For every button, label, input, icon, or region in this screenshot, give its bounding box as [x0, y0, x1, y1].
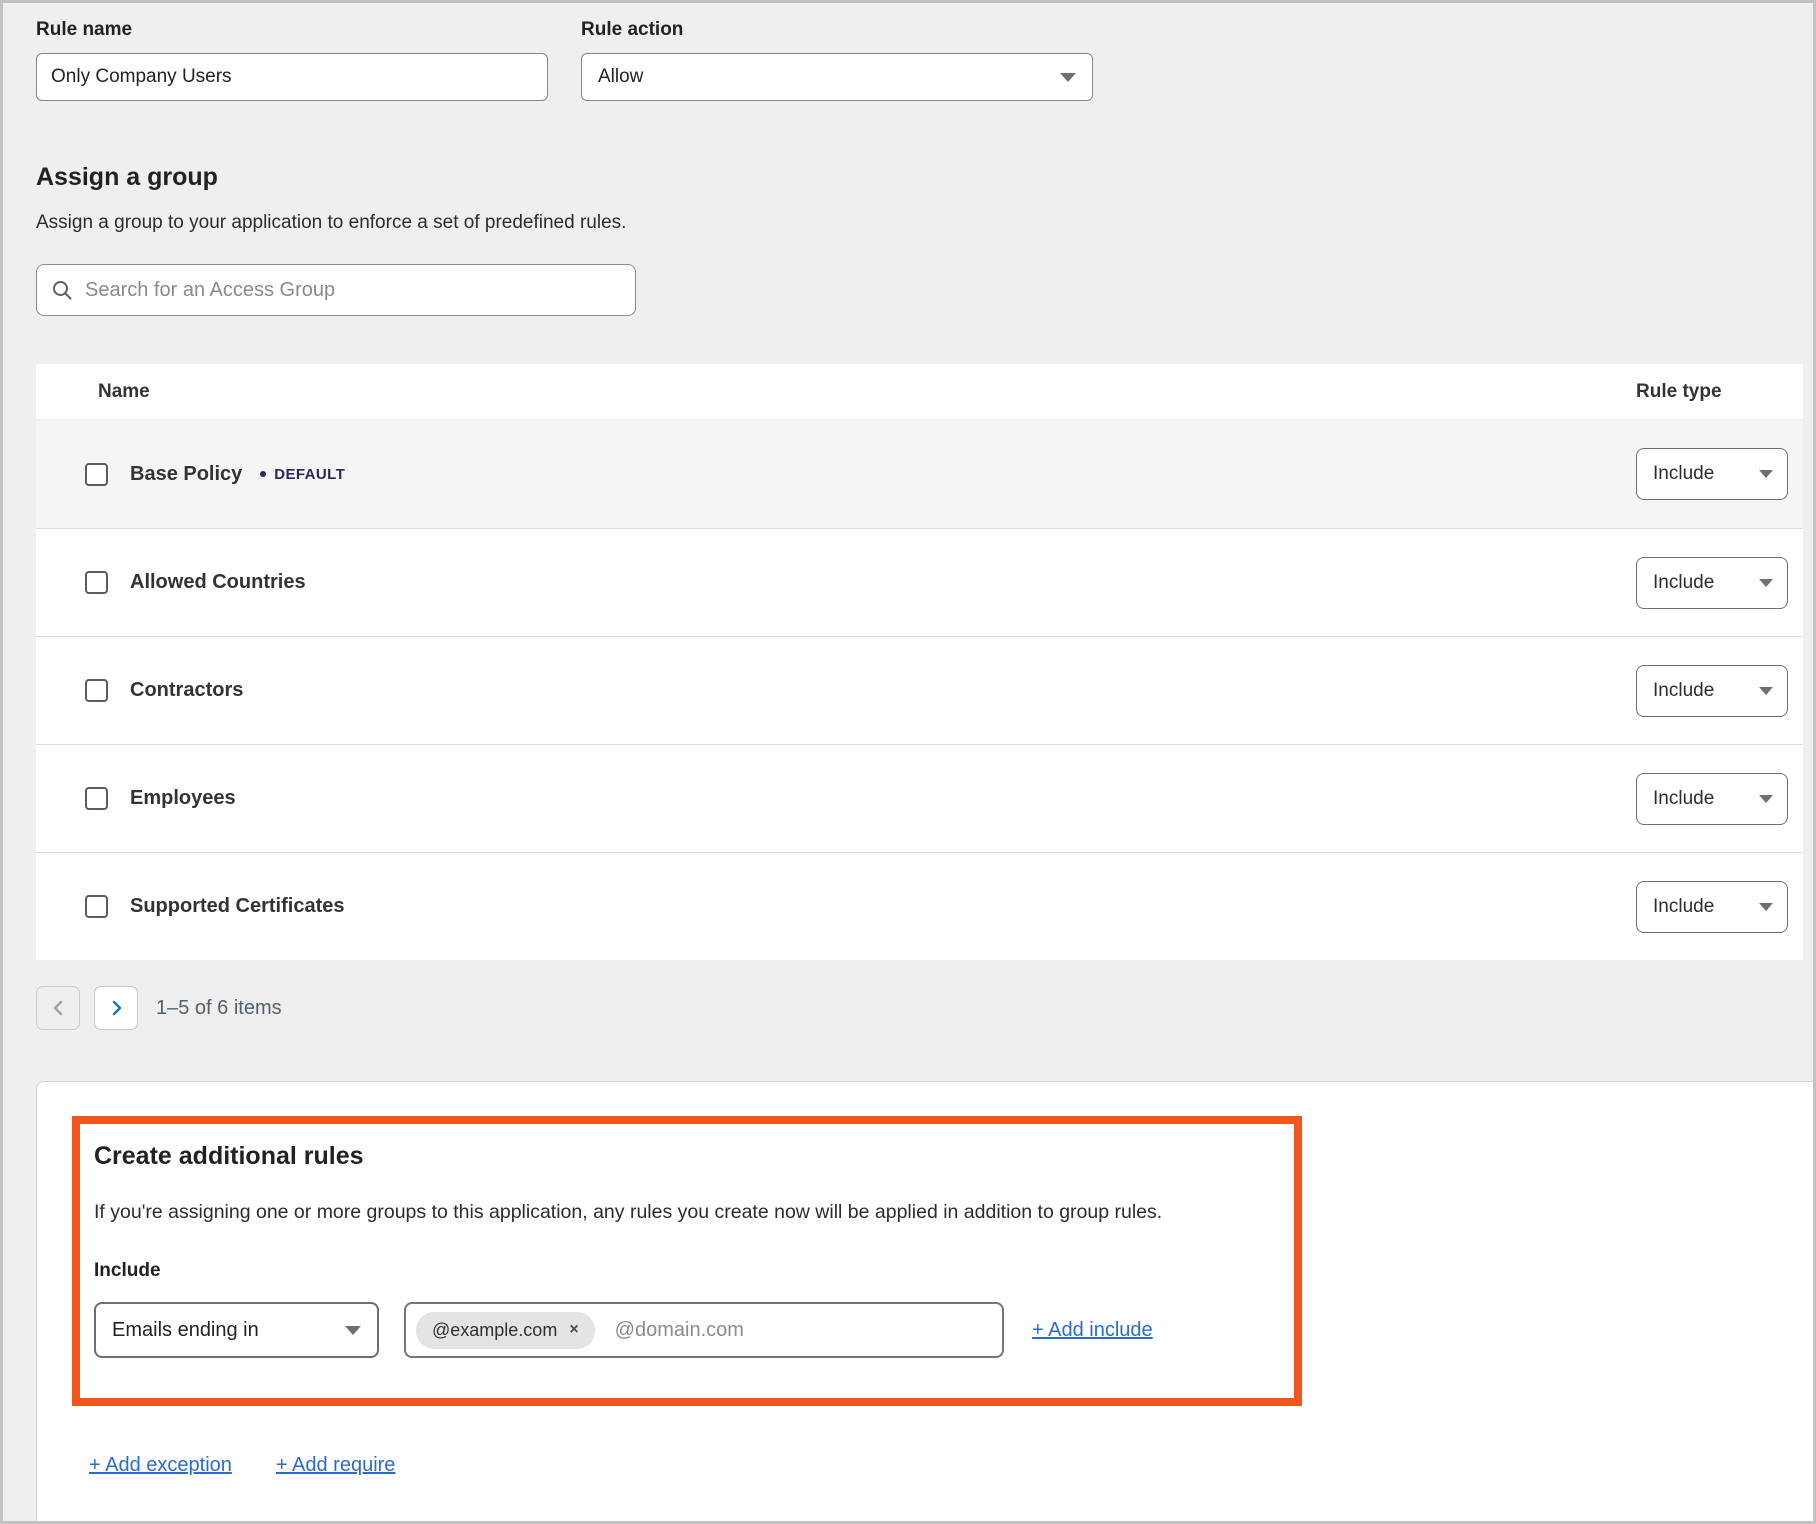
- add-require-link[interactable]: + Add require: [276, 1454, 396, 1477]
- badge-label: DEFAULT: [274, 466, 345, 483]
- rule-type-dropdown[interactable]: Include: [1636, 773, 1788, 825]
- chevron-right-icon: [110, 1000, 123, 1016]
- access-group-table: Name Rule type Base Policy DEFAULT Inclu…: [36, 364, 1803, 960]
- rule-name-label: Rule name: [36, 19, 548, 41]
- default-badge: DEFAULT: [260, 466, 345, 483]
- rule-type-dropdown[interactable]: Include: [1636, 448, 1788, 500]
- row-name: Base Policy: [130, 463, 242, 486]
- create-additional-rules-highlight: Create additional rules If you're assign…: [72, 1116, 1302, 1406]
- assign-group-heading: Assign a group: [36, 163, 1813, 192]
- email-domains-input-box[interactable]: @example.com ×: [404, 1302, 1004, 1358]
- access-group-search[interactable]: [36, 264, 636, 316]
- additional-rules-card: Create additional rules If you're assign…: [36, 1081, 1813, 1521]
- footer-links: + Add exception + Add require: [89, 1454, 1813, 1477]
- assign-group-description: Assign a group to your application to en…: [36, 212, 1813, 234]
- previous-page-button[interactable]: [36, 986, 80, 1030]
- row-checkbox-employees[interactable]: [85, 787, 108, 810]
- condition-select[interactable]: Emails ending in: [94, 1302, 379, 1358]
- chevron-down-icon: [1759, 579, 1773, 587]
- row-name: Contractors: [130, 679, 243, 702]
- email-domain-input[interactable]: [615, 1304, 992, 1356]
- table-row: Supported Certificates Include: [36, 852, 1803, 960]
- additional-rules-heading: Create additional rules: [94, 1142, 1280, 1171]
- search-input[interactable]: [85, 265, 621, 315]
- rule-editor-page: Rule name Rule action Allow Assign a gro…: [0, 0, 1816, 1524]
- row-checkbox-supported-certificates[interactable]: [85, 895, 108, 918]
- rule-type-dropdown[interactable]: Include: [1636, 665, 1788, 717]
- chip-label: @example.com: [432, 1320, 557, 1341]
- row-name: Employees: [130, 787, 236, 810]
- chevron-down-icon: [1759, 470, 1773, 478]
- add-include-link[interactable]: + Add include: [1032, 1319, 1153, 1342]
- next-page-button[interactable]: [94, 986, 138, 1030]
- chevron-down-icon: [345, 1326, 361, 1335]
- chevron-down-icon: [1759, 903, 1773, 911]
- rule-type-value: Include: [1653, 463, 1714, 485]
- rule-action-label: Rule action: [581, 19, 1093, 41]
- badge-dot-icon: [260, 471, 266, 477]
- column-header-name: Name: [98, 381, 150, 403]
- table-row: Base Policy DEFAULT Include: [36, 420, 1803, 528]
- row-checkbox-base-policy[interactable]: [85, 463, 108, 486]
- row-name: Supported Certificates: [130, 895, 344, 918]
- rule-type-dropdown[interactable]: Include: [1636, 881, 1788, 933]
- table-row: Contractors Include: [36, 636, 1803, 744]
- include-label: Include: [94, 1260, 1280, 1282]
- rule-type-value: Include: [1653, 680, 1714, 702]
- search-icon: [51, 279, 73, 301]
- row-name: Allowed Countries: [130, 571, 306, 594]
- rule-form-row: Rule name Rule action Allow: [36, 19, 1813, 101]
- chip-remove-icon[interactable]: ×: [569, 1321, 578, 1339]
- chevron-down-icon: [1759, 687, 1773, 695]
- chevron-down-icon: [1759, 795, 1773, 803]
- table-row: Employees Include: [36, 744, 1803, 852]
- email-domain-chip: @example.com ×: [416, 1312, 595, 1349]
- pagination: 1–5 of 6 items: [36, 986, 1813, 1030]
- row-checkbox-allowed-countries[interactable]: [85, 571, 108, 594]
- rule-type-dropdown[interactable]: Include: [1636, 557, 1788, 609]
- chevron-left-icon: [52, 1000, 65, 1016]
- include-rule-controls: Emails ending in @example.com × + Add in…: [94, 1302, 1280, 1358]
- chevron-down-icon: [1060, 73, 1076, 82]
- pagination-label: 1–5 of 6 items: [156, 997, 282, 1020]
- rule-type-value: Include: [1653, 896, 1714, 918]
- rule-type-value: Include: [1653, 572, 1714, 594]
- condition-value: Emails ending in: [112, 1319, 259, 1342]
- rule-name-field: Rule name: [36, 19, 548, 101]
- rule-action-select[interactable]: Allow: [581, 53, 1093, 101]
- rule-name-input[interactable]: [36, 53, 548, 101]
- table-header: Name Rule type: [36, 364, 1803, 420]
- additional-rules-description: If you're assigning one or more groups t…: [94, 1201, 1280, 1224]
- rule-type-value: Include: [1653, 788, 1714, 810]
- row-checkbox-contractors[interactable]: [85, 679, 108, 702]
- rule-action-value: Allow: [598, 66, 643, 88]
- table-row: Allowed Countries Include: [36, 528, 1803, 636]
- column-header-rule-type: Rule type: [1636, 381, 1722, 403]
- add-exception-link[interactable]: + Add exception: [89, 1454, 232, 1477]
- rule-action-field: Rule action Allow: [581, 19, 1093, 101]
